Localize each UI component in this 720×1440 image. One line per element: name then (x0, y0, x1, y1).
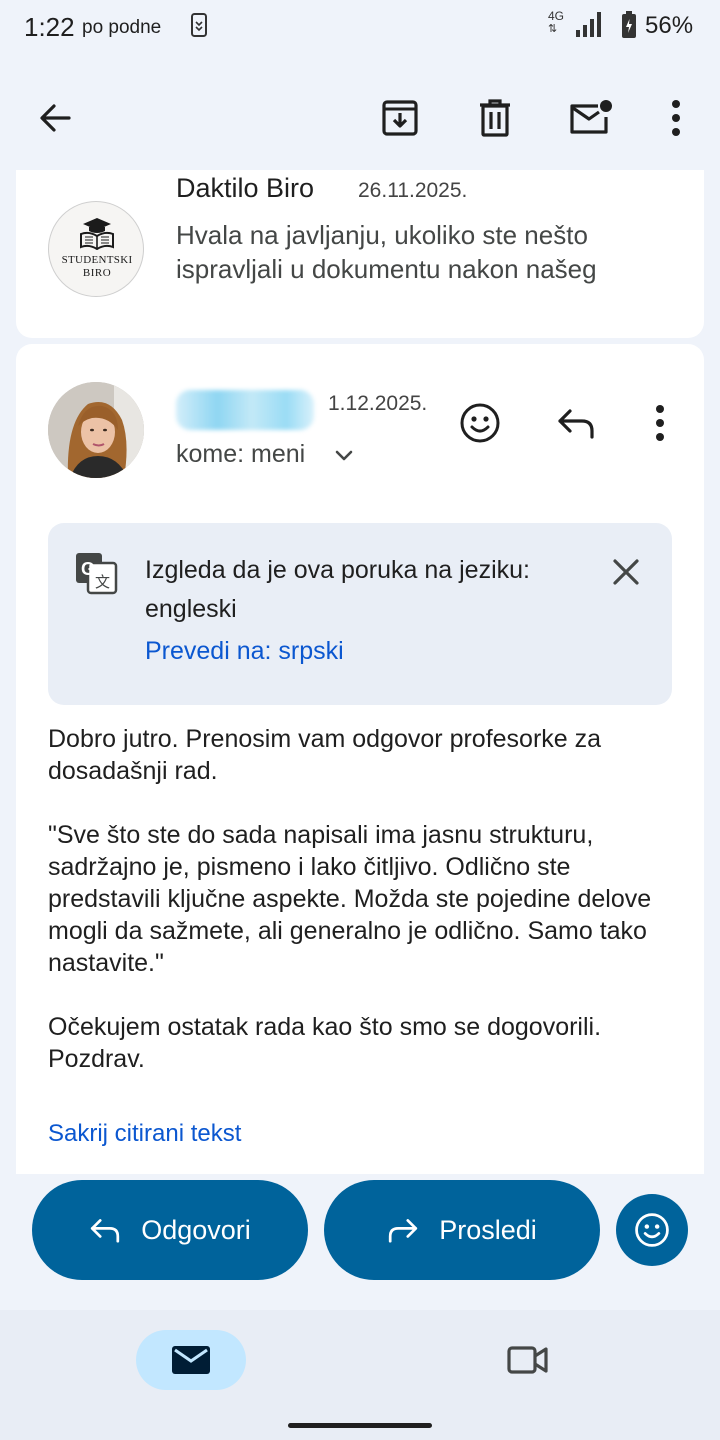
arrow-back-icon[interactable] (27, 90, 83, 146)
logo-text-bottom: BIRO (82, 267, 112, 279)
status-time: 1:22 (24, 12, 75, 42)
recipients-line[interactable]: kome: meni (176, 440, 305, 469)
sender-avatar-logo: STUDENTSKI BIRO (48, 201, 144, 297)
message-toolbar (0, 60, 720, 170)
reply-icon[interactable] (552, 399, 600, 447)
sender-avatar[interactable] (48, 382, 144, 478)
forward-icon (387, 1217, 419, 1243)
reply-label: Odgovori (141, 1214, 251, 1245)
current-message-card: 1.12.2025. kome: meni G 文 Izgleda da je … (16, 344, 704, 1174)
blurred-sender-name (176, 390, 314, 430)
logo-text-top: STUDENTSKI (61, 254, 133, 266)
forward-label: Prosledi (439, 1214, 537, 1245)
trash-icon[interactable] (467, 90, 523, 146)
battery-percent: 56% (645, 12, 694, 39)
emoji-icon (635, 1213, 669, 1247)
nav-mail-tab[interactable] (136, 1330, 246, 1390)
sender-name: Daktilo Biro (176, 173, 315, 203)
hide-quoted-text-link[interactable]: Sakrij citirani tekst (48, 1120, 241, 1148)
body-paragraph: "Sve što ste do sada napisali ima jasnu … (48, 821, 652, 977)
svg-text:G: G (81, 559, 95, 579)
signal-icon (574, 10, 606, 43)
battery-icon (620, 10, 638, 45)
gesture-bar (288, 1423, 432, 1428)
previous-message-card[interactable]: STUDENTSKI BIRO Daktilo Biro 26.11.2025.… (16, 170, 704, 338)
reply-button[interactable]: Odgovori (32, 1180, 308, 1280)
translate-banner: G 文 Izgleda da je ova poruka na jeziku: … (48, 523, 672, 705)
nav-meet-tab[interactable] (500, 1336, 556, 1384)
chevron-down-icon[interactable] (332, 444, 356, 473)
vibrate-icon (188, 12, 210, 43)
status-bar: 1:22 po podne 4G ⇅ 56% (0, 0, 720, 52)
add-reaction-icon[interactable] (456, 399, 504, 447)
network-indicator: 4G ⇅ (548, 9, 565, 35)
status-ampm: po podne (82, 17, 162, 38)
message-actions: Odgovori Prosledi (0, 1174, 720, 1310)
video-camera-icon (507, 1346, 548, 1374)
close-icon[interactable] (604, 550, 648, 594)
svg-text:文: 文 (95, 574, 110, 591)
more-vert-icon[interactable] (648, 90, 704, 146)
body-paragraph: Očekujem ostatak rada kao što smo se dog… (48, 1013, 602, 1073)
translate-notice: Izgleda da je ova poruka na jeziku: engl… (145, 556, 530, 623)
mark-unread-icon[interactable] (562, 90, 618, 146)
message-date: 26.11.2025. (358, 179, 468, 202)
message-snippet: Hvala na javljanju, ukoliko ste nešto is… (176, 220, 597, 284)
bottom-navigation (0, 1310, 720, 1440)
message-body: Dobro jutro. Prenosim vam odgovor profes… (48, 723, 688, 1107)
message-date: 1.12.2025. (328, 392, 428, 415)
mail-icon (172, 1346, 210, 1374)
more-vert-icon[interactable] (636, 399, 684, 447)
body-paragraph: Dobro jutro. Prenosim vam odgovor profes… (48, 725, 602, 785)
translate-link[interactable]: Prevedi na: srpski (145, 637, 344, 666)
archive-icon[interactable] (372, 90, 428, 146)
reply-icon (89, 1217, 121, 1243)
emoji-reaction-button[interactable] (616, 1194, 688, 1266)
forward-button[interactable]: Prosledi (324, 1180, 600, 1280)
graduation-book-icon (80, 218, 114, 250)
translate-icon: G 文 (74, 551, 118, 600)
